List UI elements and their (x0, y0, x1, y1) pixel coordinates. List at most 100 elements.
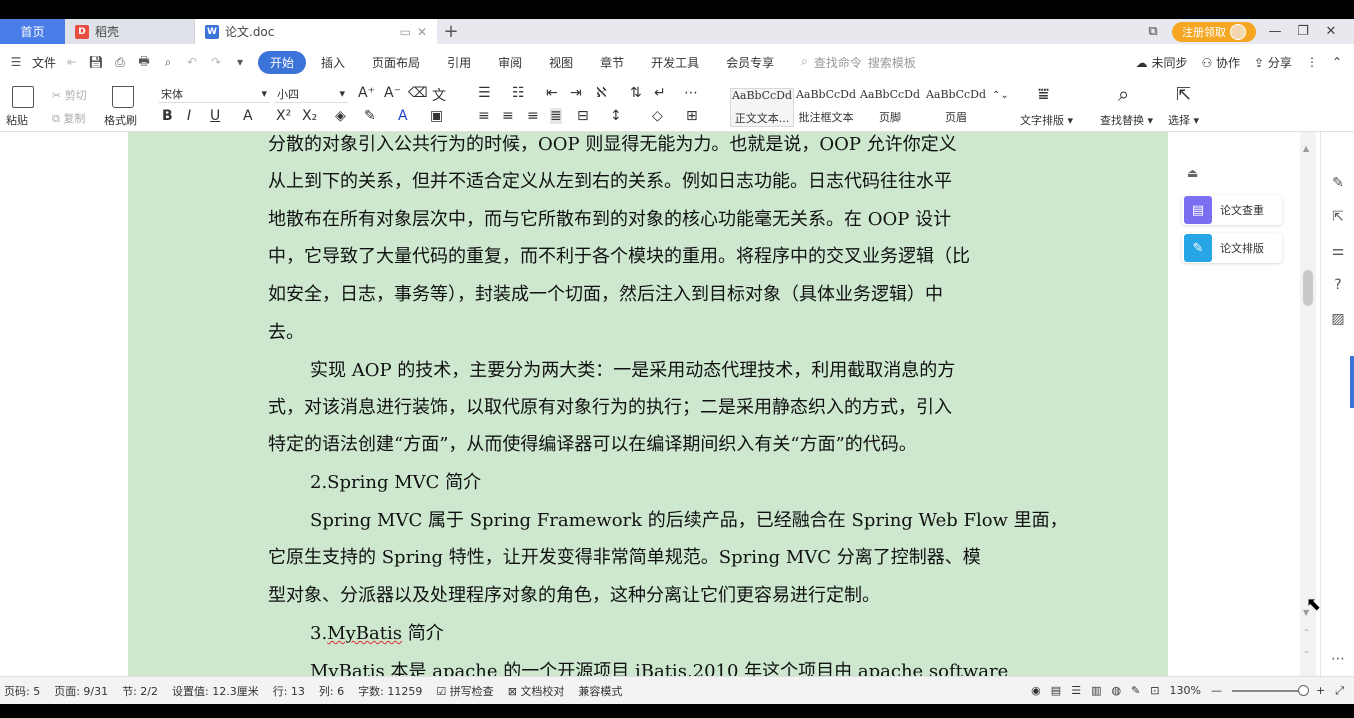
search-template-input[interactable]: 搜索模板 (868, 54, 916, 71)
zoom-in-icon[interactable]: + (1316, 684, 1325, 697)
char-shading-icon[interactable]: ◈ (335, 108, 346, 124)
underline-icon[interactable]: U (210, 108, 220, 124)
tab-insert[interactable]: 插入 (309, 51, 357, 74)
adjust-icon[interactable]: ⚌ (1329, 242, 1347, 260)
new-tab-button[interactable]: + (437, 19, 465, 44)
share-button[interactable]: ⇪ 分享 (1254, 54, 1292, 71)
thesis-layout-button[interactable]: ✎ 论文排版 (1182, 233, 1282, 263)
tab-home[interactable]: 首页 (0, 19, 65, 44)
tab-chapter[interactable]: 章节 (588, 51, 636, 74)
hamburger-icon[interactable]: ☰ (8, 55, 24, 69)
text-layout-icon[interactable]: ⩸ (1038, 84, 1049, 105)
clear-format-icon[interactable]: ⌫ (408, 85, 428, 101)
style-comment-text[interactable]: AaBbCcDd 批注框文本 (794, 88, 858, 125)
tab-view[interactable]: 视图 (537, 51, 585, 74)
status-words[interactable]: 字数: 11259 (358, 683, 422, 699)
paste-icon[interactable] (12, 86, 34, 108)
preview-icon[interactable]: ⌕ (160, 55, 176, 70)
document-page[interactable]: 分散的对象引入公共行为的时候，OOP 则显得无能为力。也就是说，OOP 允许你定… (128, 132, 1168, 676)
tab-window-icon[interactable]: ▭ (400, 25, 411, 39)
shading-icon[interactable]: ◇ (652, 108, 663, 124)
print-icon[interactable]: 🖶︎ (136, 52, 152, 73)
scrollbar-thumb[interactable] (1303, 270, 1313, 306)
proofread-button[interactable]: ⊠ 文档校对 (508, 683, 565, 699)
redo-icon[interactable]: ↷ (208, 55, 224, 69)
select-icon[interactable]: ⇱ (1176, 84, 1191, 105)
subscript-icon[interactable]: X₂ (302, 108, 317, 124)
align-left-icon[interactable]: ≡ (478, 108, 490, 124)
prev-page-icon[interactable]: ⌃ (1303, 628, 1310, 637)
text-layout-button[interactable]: 文字排版 ▾ (1020, 112, 1073, 128)
close-tab-icon[interactable]: ✕ (417, 25, 427, 39)
web-view-icon[interactable]: ◍ (1111, 684, 1121, 697)
tab-document[interactable]: W 论文.doc ▭ ✕ (195, 19, 437, 44)
collab-button[interactable]: ⚇ 协作 (1201, 54, 1240, 71)
tab-page-layout[interactable]: 页面布局 (360, 51, 432, 74)
scroll-up-icon[interactable]: ▲ (1303, 144, 1309, 153)
font-name-select[interactable]: 宋体 ▾ (158, 85, 270, 103)
quick-access-dropdown-icon[interactable]: ▾ (232, 55, 248, 69)
status-pages[interactable]: 页面: 9/31 (54, 683, 108, 699)
decrease-indent-icon[interactable]: ⇤ (546, 85, 558, 101)
collapse-ribbon-icon[interactable]: ⌃ (1332, 55, 1342, 69)
borders-icon[interactable]: ⊞ (686, 108, 698, 124)
font-size-select[interactable]: 小四 ▾ (274, 85, 348, 103)
bold-icon[interactable]: B (162, 108, 173, 124)
phonetic-icon[interactable]: 文 (432, 85, 446, 105)
sort-icon[interactable]: ⇅ (630, 85, 642, 101)
sync-button[interactable]: ☁ 未同步 (1136, 54, 1188, 71)
collapse-panel-icon[interactable]: ⏏ (1187, 166, 1198, 180)
zoom-slider[interactable] (1231, 684, 1309, 696)
font-effect-icon[interactable]: A (243, 108, 253, 124)
copy-button[interactable]: ⧉ 复制 (52, 110, 85, 126)
image-tool-icon[interactable]: ▨ (1329, 310, 1347, 328)
cut-button[interactable]: ✂ 剪切 (52, 87, 87, 103)
pen-icon[interactable]: ✎ (1329, 174, 1347, 192)
chinese-layout-icon[interactable]: ℵ (596, 85, 606, 101)
justify-icon[interactable]: ≣ (550, 108, 562, 124)
search-command-input[interactable]: 查找命令 (814, 54, 862, 71)
thesis-check-button[interactable]: ▤ 论文查重 (1182, 195, 1282, 225)
zoom-out-icon[interactable]: — (1211, 684, 1222, 697)
zoom-slider-knob[interactable] (1297, 684, 1309, 696)
char-border-icon[interactable]: ▣ (430, 108, 443, 124)
tab-member[interactable]: 会员专享 (714, 51, 786, 74)
find-replace-icon[interactable]: ⌕ (1118, 82, 1129, 106)
distributed-icon[interactable]: ⊟ (577, 108, 589, 124)
format-painter-button[interactable]: 格式刷 (104, 112, 137, 128)
show-marks-icon[interactable]: ↵ (654, 85, 666, 101)
tab-references[interactable]: 引用 (435, 51, 483, 74)
superscript-icon[interactable]: X² (276, 108, 291, 124)
italic-icon[interactable]: I (187, 108, 191, 124)
outline-view-icon[interactable]: ☰ (1071, 684, 1081, 697)
more-icon[interactable]: ⋮ (1306, 55, 1318, 69)
side-tab-indicator[interactable] (1350, 356, 1354, 408)
member-button[interactable]: 注册领取 (1172, 21, 1256, 42)
minimize-icon[interactable]: — (1266, 24, 1284, 39)
align-center-icon[interactable]: ≡ (502, 108, 514, 124)
more-tools-icon[interactable]: ⋯ (1329, 650, 1347, 668)
pointer-icon[interactable]: ⇱ (1329, 208, 1347, 226)
tab-dev-tools[interactable]: 开发工具 (639, 51, 711, 74)
page-view-icon[interactable]: ▤ (1051, 684, 1061, 697)
find-replace-button[interactable]: 查找替换 ▾ (1100, 112, 1153, 128)
fullscreen-icon[interactable]: ⤢ (1335, 684, 1344, 698)
eye-protection-icon[interactable]: ◉ (1031, 684, 1041, 697)
reading-view-icon[interactable]: ▥ (1091, 684, 1101, 697)
font-color-icon[interactable]: A (398, 108, 408, 124)
style-footer[interactable]: AaBbCcDd 页脚 (858, 88, 922, 125)
format-painter-icon[interactable] (112, 86, 134, 108)
tab-daoke[interactable]: D 稻壳 (65, 19, 195, 44)
numbered-list-icon[interactable]: ☷ (512, 85, 525, 101)
help-icon[interactable]: ? (1329, 276, 1347, 294)
bullet-list-icon[interactable]: ☰ (478, 85, 491, 101)
undo-icon[interactable]: ↶ (184, 55, 200, 69)
styles-scroll-icon[interactable]: ⌃⌄ (992, 90, 1009, 101)
tab-review[interactable]: 审阅 (486, 51, 534, 74)
status-page[interactable]: 页码: 5 (4, 683, 40, 699)
write-mode-icon[interactable]: ✎ (1131, 684, 1140, 697)
select-button[interactable]: 选择 ▾ (1168, 112, 1199, 128)
tab-start[interactable]: 开始 (258, 50, 307, 74)
file-menu[interactable]: 文件 (32, 54, 56, 71)
close-window-icon[interactable]: ✕ (1322, 24, 1340, 39)
